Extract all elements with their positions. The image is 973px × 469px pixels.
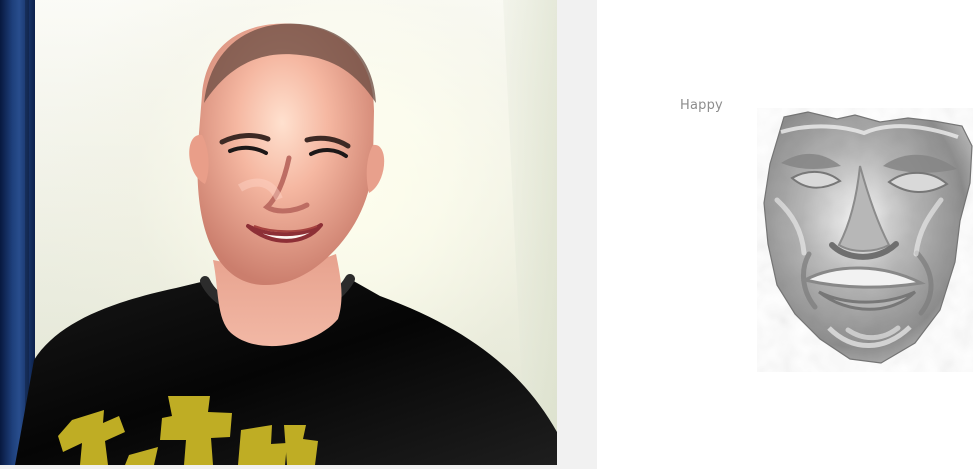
- webcam-feed-panel: [0, 0, 557, 465]
- emotion-label: Happy: [680, 98, 723, 113]
- webcam-person-image: [15, 23, 557, 465]
- expression-app: Happy: [0, 0, 973, 469]
- face-mesh-icon: [763, 111, 973, 364]
- 3d-face-panel: Happy: [597, 0, 973, 469]
